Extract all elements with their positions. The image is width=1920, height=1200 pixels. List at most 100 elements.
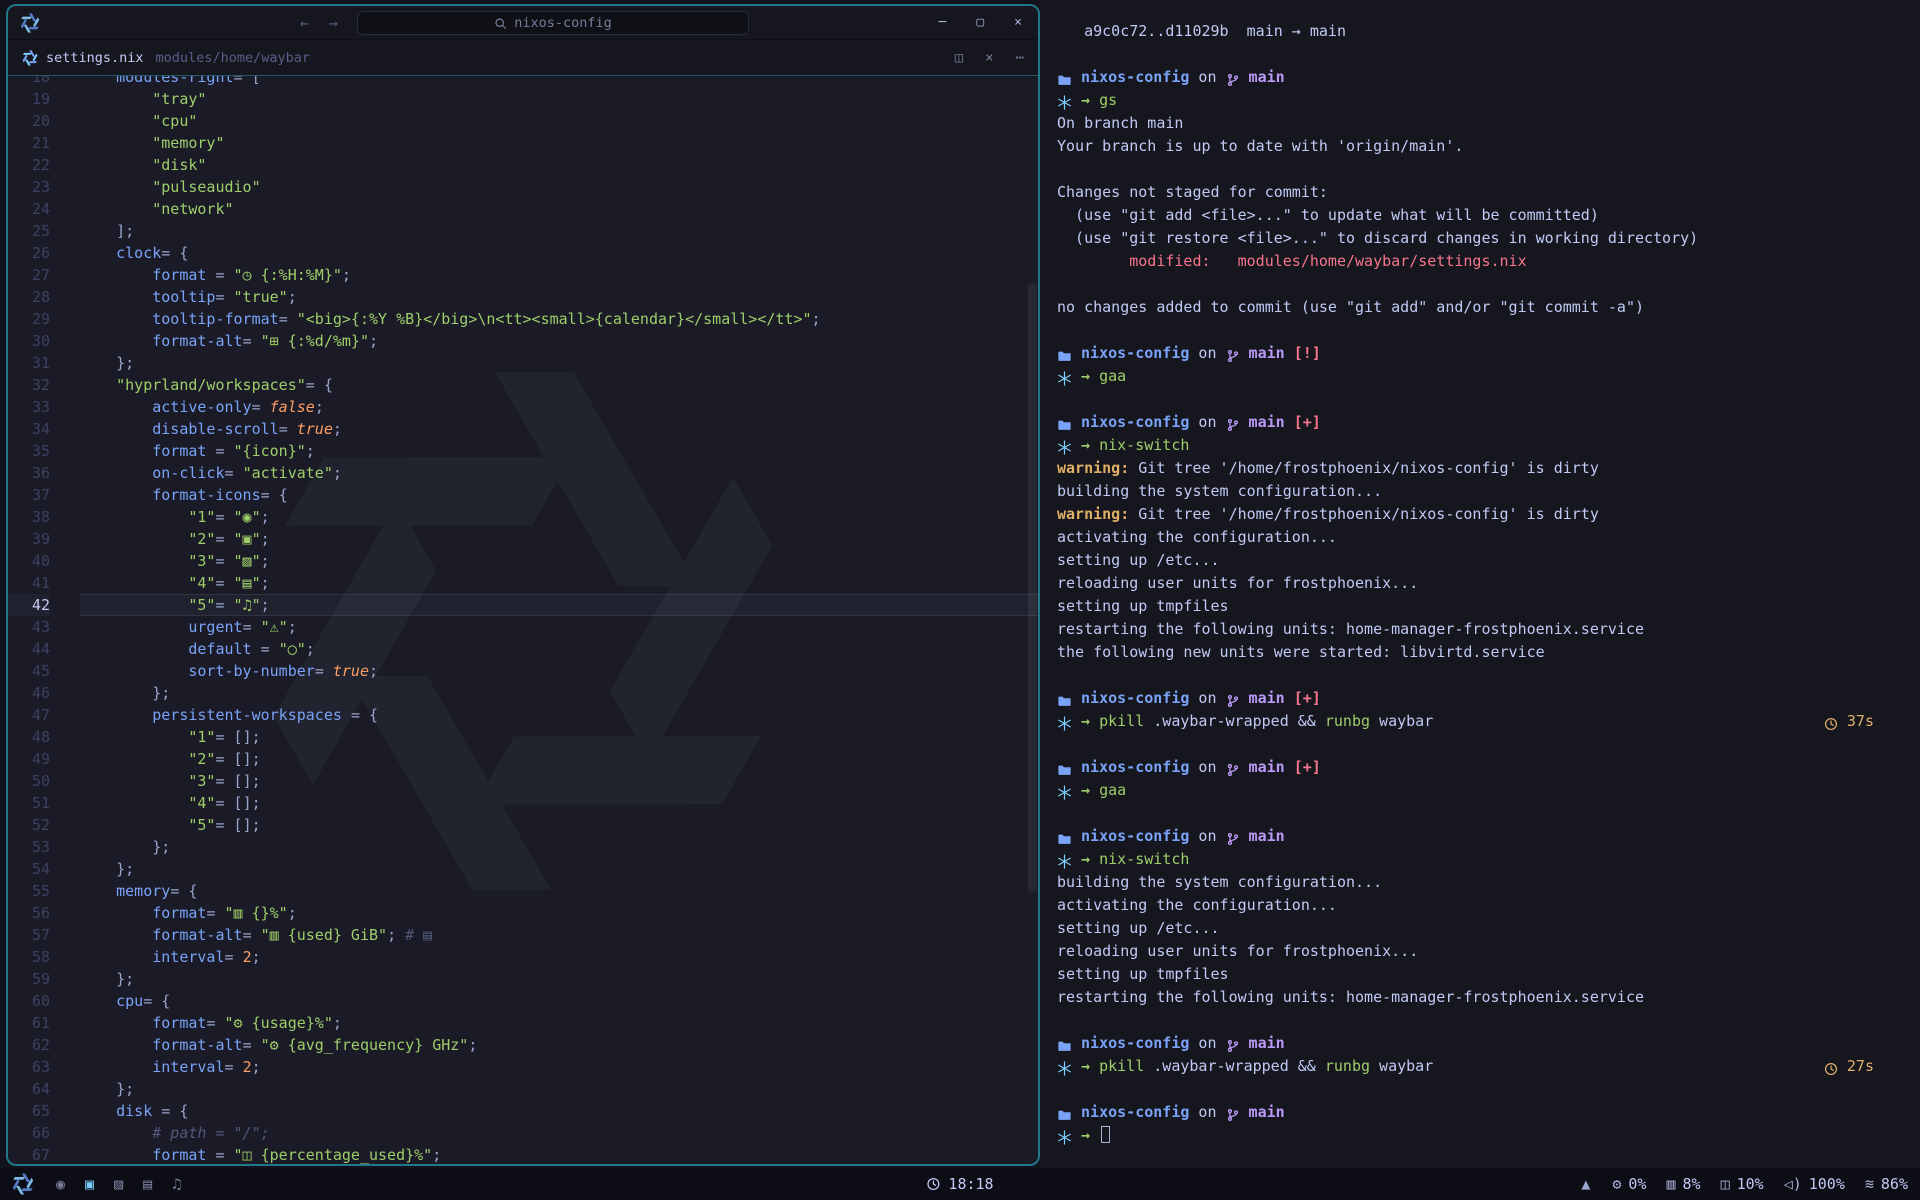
code-line[interactable]: "1"= []; bbox=[80, 726, 1038, 748]
line-number[interactable]: 32 bbox=[8, 374, 50, 396]
nix-launcher-icon[interactable] bbox=[12, 1173, 34, 1195]
code-line[interactable]: format = "{icon}"; bbox=[80, 440, 1038, 462]
line-number[interactable]: 58 bbox=[8, 946, 50, 968]
code-line[interactable]: format = "◷ {:%H:%M}"; bbox=[80, 264, 1038, 286]
code-line[interactable]: urgent= "⚠"; bbox=[80, 616, 1038, 638]
nav-back-button[interactable]: ← bbox=[300, 14, 309, 32]
code-line[interactable]: disable-scroll= true; bbox=[80, 418, 1038, 440]
code-line[interactable]: persistent-workspaces = { bbox=[80, 704, 1038, 726]
line-number[interactable]: 52 bbox=[8, 814, 50, 836]
line-number[interactable]: 30 bbox=[8, 330, 50, 352]
line-number[interactable]: 21 bbox=[8, 132, 50, 154]
code-area[interactable]: 1819202122232425262728293031323334353637… bbox=[8, 76, 1038, 1164]
code-line[interactable]: modules-right= [ bbox=[80, 76, 1038, 88]
code-line[interactable]: "cpu" bbox=[80, 110, 1038, 132]
code-line[interactable]: "4"= []; bbox=[80, 792, 1038, 814]
code-line[interactable]: tooltip= "true"; bbox=[80, 286, 1038, 308]
code-line[interactable]: "3"= "▨"; bbox=[80, 550, 1038, 572]
line-number[interactable]: 41 bbox=[8, 572, 50, 594]
line-number[interactable]: 44 bbox=[8, 638, 50, 660]
editor-titlebar[interactable]: ← → nixos-config ─ ▢ × bbox=[8, 6, 1038, 40]
line-number[interactable]: 42 bbox=[8, 594, 50, 616]
waybar-module-memory[interactable]: ▥8% bbox=[1666, 1175, 1700, 1193]
code-line[interactable]: default = "◯"; bbox=[80, 638, 1038, 660]
editor-scrollbar[interactable] bbox=[1028, 76, 1037, 1164]
line-number[interactable]: 61 bbox=[8, 1012, 50, 1034]
line-number[interactable]: 67 bbox=[8, 1144, 50, 1164]
workspace-4-icon[interactable]: ▤ bbox=[143, 1175, 152, 1193]
line-number[interactable]: 49 bbox=[8, 748, 50, 770]
code-line[interactable]: format-icons= { bbox=[80, 484, 1038, 506]
code-line[interactable]: format-alt= "⚙ {avg_frequency} GHz"; bbox=[80, 1034, 1038, 1056]
line-number[interactable]: 47 bbox=[8, 704, 50, 726]
line-number[interactable]: 35 bbox=[8, 440, 50, 462]
line-number[interactable]: 40 bbox=[8, 550, 50, 572]
waybar-module-pulseaudio[interactable]: ◁)100% bbox=[1784, 1175, 1845, 1193]
code-line[interactable]: # path = "/"; bbox=[80, 1122, 1038, 1144]
line-number[interactable]: 48 bbox=[8, 726, 50, 748]
code-line[interactable]: }; bbox=[80, 858, 1038, 880]
code-line[interactable]: memory= { bbox=[80, 880, 1038, 902]
workspace-3-icon[interactable]: ▨ bbox=[114, 1175, 123, 1193]
code-line[interactable]: format= "⚙ {usage}%"; bbox=[80, 1012, 1038, 1034]
code-line[interactable]: format-alt= "⊞ {:%d/%m}"; bbox=[80, 330, 1038, 352]
code-line[interactable]: clock= { bbox=[80, 242, 1038, 264]
code-line[interactable]: "network" bbox=[80, 198, 1038, 220]
code-line[interactable]: format= "▥ {}%"; bbox=[80, 902, 1038, 924]
line-number[interactable]: 38 bbox=[8, 506, 50, 528]
line-number[interactable]: 18 bbox=[8, 76, 50, 88]
waybar-module-disk[interactable]: ◫10% bbox=[1721, 1175, 1764, 1193]
project-search[interactable]: nixos-config bbox=[357, 11, 749, 35]
workspace-1-icon[interactable]: ◉ bbox=[56, 1175, 65, 1193]
line-number[interactable]: 25 bbox=[8, 220, 50, 242]
line-number[interactable]: 66 bbox=[8, 1122, 50, 1144]
split-editor-button[interactable]: ◫ bbox=[955, 50, 963, 66]
line-number[interactable]: 53 bbox=[8, 836, 50, 858]
code-line[interactable]: }; bbox=[80, 968, 1038, 990]
code-line[interactable]: "1"= "◉"; bbox=[80, 506, 1038, 528]
code-line[interactable]: format = "◫ {percentage_used}%"; bbox=[80, 1144, 1038, 1164]
line-number[interactable]: 62 bbox=[8, 1034, 50, 1056]
line-number[interactable]: 26 bbox=[8, 242, 50, 264]
line-number[interactable]: 59 bbox=[8, 968, 50, 990]
line-number[interactable]: 34 bbox=[8, 418, 50, 440]
code-line[interactable]: }; bbox=[80, 1078, 1038, 1100]
line-number[interactable]: 39 bbox=[8, 528, 50, 550]
line-number[interactable]: 50 bbox=[8, 770, 50, 792]
line-number[interactable]: 31 bbox=[8, 352, 50, 374]
terminal-window[interactable]: a9c0c72..d11029b main → main nixos-confi… bbox=[1040, 0, 1920, 1168]
more-actions-button[interactable]: ⋯ bbox=[1016, 50, 1024, 66]
code-line[interactable]: }; bbox=[80, 836, 1038, 858]
line-number[interactable]: 23 bbox=[8, 176, 50, 198]
close-tab-button[interactable]: × bbox=[985, 50, 993, 66]
code-line[interactable]: "3"= []; bbox=[80, 770, 1038, 792]
code-line[interactable]: on-click= "activate"; bbox=[80, 462, 1038, 484]
scrollbar-thumb[interactable] bbox=[1028, 283, 1037, 892]
code-line[interactable]: sort-by-number= true; bbox=[80, 660, 1038, 682]
code-line[interactable]: "tray" bbox=[80, 88, 1038, 110]
line-number[interactable]: 60 bbox=[8, 990, 50, 1012]
line-number[interactable]: 37 bbox=[8, 484, 50, 506]
line-number[interactable]: 51 bbox=[8, 792, 50, 814]
nav-forward-button[interactable]: → bbox=[329, 14, 338, 32]
minimize-button[interactable]: ─ bbox=[939, 15, 947, 30]
code-line[interactable]: cpu= { bbox=[80, 990, 1038, 1012]
line-number[interactable]: 65 bbox=[8, 1100, 50, 1122]
tray-icon-1[interactable]: ▲ bbox=[1581, 1175, 1590, 1193]
code-line[interactable]: interval= 2; bbox=[80, 1056, 1038, 1078]
line-number[interactable]: 45 bbox=[8, 660, 50, 682]
code-line[interactable]: tooltip-format= "<big>{:%Y %B}</big>\n<t… bbox=[80, 308, 1038, 330]
waybar-module-cpu[interactable]: ⚙0% bbox=[1612, 1175, 1646, 1193]
line-number[interactable]: 19 bbox=[8, 88, 50, 110]
clock-module[interactable]: 18:18 bbox=[926, 1175, 993, 1193]
line-number[interactable]: 29 bbox=[8, 308, 50, 330]
line-number[interactable]: 24 bbox=[8, 198, 50, 220]
line-number[interactable]: 27 bbox=[8, 264, 50, 286]
line-number[interactable]: 33 bbox=[8, 396, 50, 418]
maximize-button[interactable]: ▢ bbox=[976, 15, 984, 30]
waybar-module-network[interactable]: ≋86% bbox=[1865, 1175, 1908, 1193]
code-line[interactable]: }; bbox=[80, 352, 1038, 374]
code-line[interactable]: ]; bbox=[80, 220, 1038, 242]
code-line[interactable]: }; bbox=[80, 682, 1038, 704]
code-line[interactable]: "2"= []; bbox=[80, 748, 1038, 770]
